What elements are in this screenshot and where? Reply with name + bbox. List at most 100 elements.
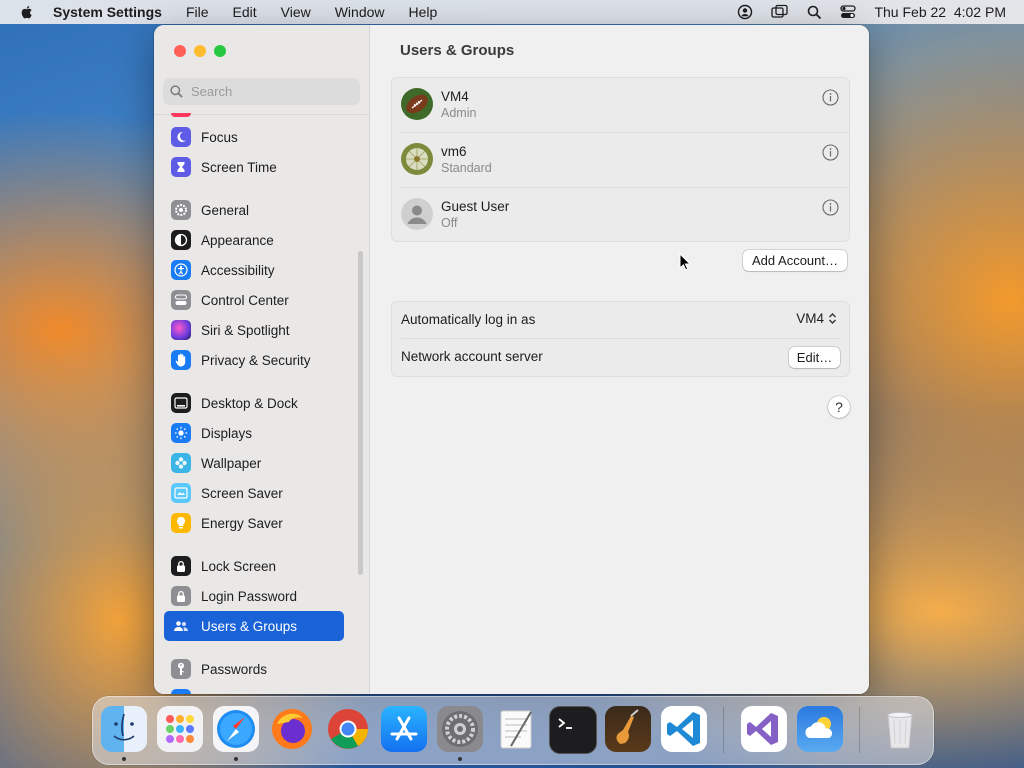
- user-row[interactable]: VM4 Admin: [392, 78, 849, 133]
- auto-login-select[interactable]: VM4: [796, 311, 837, 326]
- zoom-button[interactable]: [214, 45, 226, 57]
- user-row[interactable]: Guest User Off: [392, 188, 849, 243]
- dandelion-avatar: [401, 143, 433, 175]
- chrome-icon[interactable]: [325, 706, 371, 752]
- search-input[interactable]: [189, 83, 343, 100]
- user-row[interactable]: vm6 Standard: [392, 133, 849, 188]
- close-button[interactable]: [174, 45, 186, 57]
- minimize-button[interactable]: [194, 45, 206, 57]
- firefox-icon[interactable]: [269, 706, 315, 752]
- screen-mirroring-icon[interactable]: [771, 4, 789, 20]
- login-options-panel: Automatically log in as VM4 Network acco…: [391, 301, 850, 377]
- sidebar-item-label: Privacy & Security: [201, 352, 311, 368]
- sun-icon: [171, 423, 191, 443]
- sidebar-item-lock-screen[interactable]: Lock Screen: [164, 551, 344, 581]
- sidebar-item-general[interactable]: General: [164, 195, 344, 225]
- auto-login-row: Automatically log in as VM4: [392, 302, 849, 339]
- hand-icon: [171, 350, 191, 370]
- sidebar-item-siri-spotlight[interactable]: Siri & Spotlight: [164, 315, 344, 345]
- sidebar-item-users-groups[interactable]: Users & Groups: [164, 611, 344, 641]
- sidebar-item-accessibility[interactable]: Accessibility: [164, 255, 344, 285]
- sidebar-item-wallpaper[interactable]: Wallpaper: [164, 448, 344, 478]
- weather-icon[interactable]: [797, 706, 843, 752]
- menu-help[interactable]: Help: [409, 4, 438, 20]
- menu-window[interactable]: Window: [335, 4, 385, 20]
- dock: [92, 696, 934, 765]
- sidebar-item-displays[interactable]: Displays: [164, 418, 344, 448]
- sidebar-item-control-center[interactable]: Control Center: [164, 285, 344, 315]
- settings-window: Focus Screen Time General Appearance Acc…: [154, 25, 869, 694]
- info-icon[interactable]: [822, 199, 839, 216]
- help-button[interactable]: ?: [828, 396, 850, 418]
- page-title: Users & Groups: [400, 42, 515, 59]
- running-indicator: [122, 757, 126, 761]
- sidebar-item-label: Control Center: [201, 292, 289, 308]
- menu-file[interactable]: File: [186, 4, 209, 20]
- menu-view[interactable]: View: [281, 4, 311, 20]
- control-center-icon[interactable]: [840, 4, 857, 20]
- user-account-icon[interactable]: [737, 4, 753, 20]
- trash-icon[interactable]: [877, 706, 923, 752]
- dock-icon: [171, 393, 191, 413]
- network-server-label: Network account server: [401, 349, 543, 364]
- sidebar-item-privacy-security[interactable]: Privacy & Security: [164, 345, 344, 375]
- launchpad-icon[interactable]: [157, 706, 203, 752]
- sidebar-item-appearance[interactable]: Appearance: [164, 225, 344, 255]
- apple-menu-icon[interactable]: [19, 4, 35, 20]
- edit-button[interactable]: Edit…: [789, 347, 840, 368]
- spotlight-search-icon[interactable]: [807, 5, 822, 20]
- textedit-icon[interactable]: [493, 706, 539, 752]
- user-role: Admin: [441, 106, 477, 120]
- terminal-icon[interactable]: [549, 706, 597, 754]
- dock-separator: [723, 707, 724, 753]
- sidebar-item-label: Focus: [201, 129, 238, 145]
- chevron-up-down-icon: [829, 313, 836, 324]
- sidebar-item-label: Energy Saver: [201, 515, 283, 531]
- search-field[interactable]: [163, 78, 360, 105]
- vscode-icon[interactable]: [661, 706, 707, 752]
- sidebar-item-screen-saver[interactable]: Screen Saver: [164, 478, 344, 508]
- user-name: VM4: [441, 89, 469, 104]
- garageband-icon[interactable]: [605, 706, 651, 752]
- hourglass-icon: [171, 157, 191, 177]
- user-role: Standard: [441, 161, 492, 175]
- sidebar-item-screen-time[interactable]: Screen Time: [164, 152, 344, 182]
- safari-icon[interactable]: [213, 706, 259, 752]
- menu-bar: System Settings File Edit View Window He…: [0, 0, 1024, 24]
- user-name: Guest User: [441, 199, 510, 214]
- screen-saver-icon: [171, 483, 191, 503]
- app-store-icon[interactable]: [381, 706, 427, 752]
- partial-item-icon: [171, 113, 191, 117]
- finder-icon[interactable]: [101, 706, 147, 752]
- sidebar-item-energy-saver[interactable]: Energy Saver: [164, 508, 344, 538]
- sidebar-item-passwords[interactable]: Passwords: [164, 654, 344, 684]
- menu-app-name[interactable]: System Settings: [53, 4, 162, 20]
- info-icon[interactable]: [822, 89, 839, 106]
- menu-clock[interactable]: Thu Feb 22 4:02 PM: [874, 4, 1006, 20]
- sidebar-item-desktop-dock[interactable]: Desktop & Dock: [164, 388, 344, 418]
- system-settings-icon[interactable]: [437, 706, 483, 752]
- sidebar-item-label: Screen Time: [201, 159, 277, 175]
- wallpaper-icon: [171, 453, 191, 473]
- sidebar-item-focus[interactable]: Focus: [164, 122, 344, 152]
- visual-studio-icon[interactable]: [741, 706, 787, 752]
- control-center-icon: [171, 290, 191, 310]
- running-indicator: [458, 757, 462, 761]
- partial-item-icon: [171, 689, 191, 694]
- sidebar-item-label: Siri & Spotlight: [201, 322, 290, 338]
- sidebar-item-login-password[interactable]: Login Password: [164, 581, 344, 611]
- moon-icon: [171, 127, 191, 147]
- dock-separator: [859, 707, 860, 753]
- sidebar-scrollbar[interactable]: [358, 251, 363, 575]
- info-icon[interactable]: [822, 144, 839, 161]
- users-icon: [171, 616, 191, 636]
- appearance-icon: [171, 230, 191, 250]
- sidebar-item-label: Passwords: [201, 661, 268, 677]
- running-indicator: [234, 757, 238, 761]
- menu-edit[interactable]: Edit: [233, 4, 257, 20]
- sidebar-item-label: Displays: [201, 425, 253, 441]
- add-account-button[interactable]: Add Account…: [743, 250, 847, 271]
- sidebar-item-label: Lock Screen: [201, 558, 277, 574]
- lock-icon: [171, 586, 191, 606]
- mouse-cursor-icon: [679, 253, 691, 271]
